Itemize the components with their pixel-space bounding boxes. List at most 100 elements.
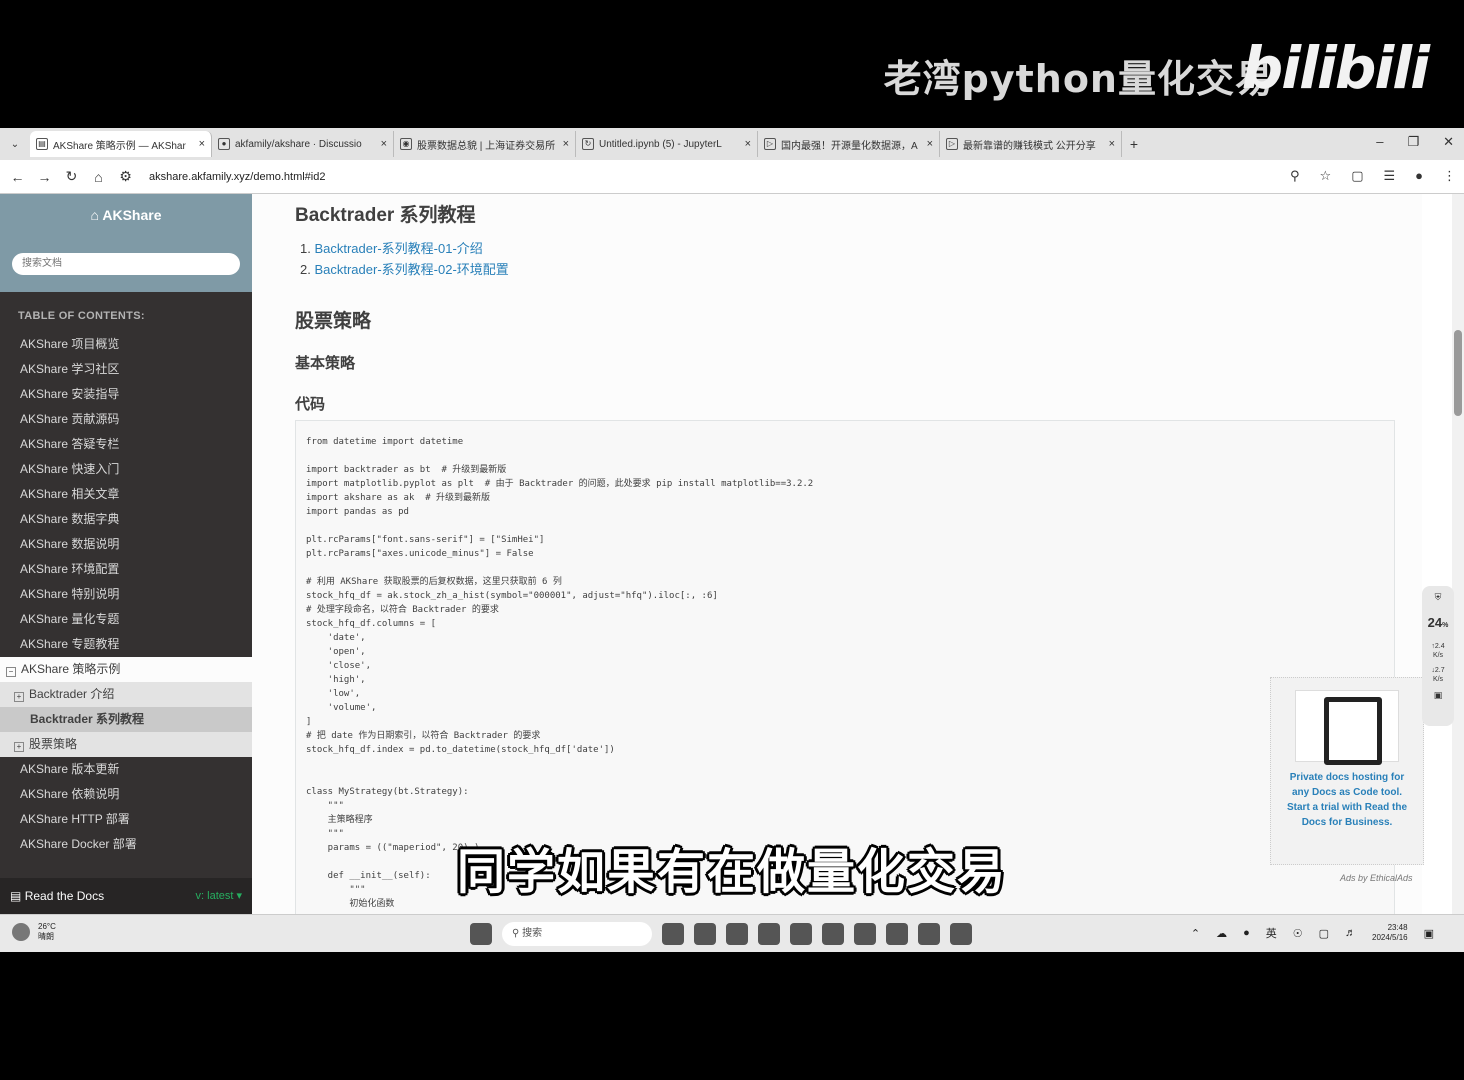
toc-sub-backtrader-intro[interactable]: + Backtrader 介绍 bbox=[0, 682, 252, 707]
toc-item[interactable]: AKShare HTTP 部署 bbox=[0, 807, 252, 832]
zoom-icon[interactable]: ⚲ bbox=[1290, 168, 1300, 184]
display-icon[interactable]: ▢ bbox=[1319, 927, 1329, 940]
browser-window: ⌄ ▤ AKShare 策略示例 — AKShar × ● akfamily/a… bbox=[0, 128, 1464, 952]
mic-icon[interactable]: ● bbox=[1243, 927, 1250, 939]
weather-condition: 晴朗 bbox=[38, 932, 54, 941]
profile-avatar[interactable]: ● bbox=[1415, 168, 1423, 184]
list-item[interactable]: 2. Backtrader-系列教程-02-环境配置 bbox=[300, 259, 509, 280]
download-unit: K/s bbox=[1432, 676, 1444, 683]
tab-bilibili-1[interactable]: ▷ 国内最强！开源量化数据源，A × bbox=[758, 131, 940, 157]
close-icon[interactable]: × bbox=[1109, 138, 1115, 150]
channel-title: 老湾python量化交易 bbox=[883, 57, 1274, 101]
minimize-icon[interactable]: – bbox=[1376, 134, 1383, 150]
scroll-thumb[interactable] bbox=[1454, 330, 1462, 416]
toc-item[interactable]: AKShare 学习社区 bbox=[0, 357, 252, 382]
home-icon[interactable]: ⌂ bbox=[85, 169, 112, 185]
app-icon[interactable] bbox=[918, 923, 940, 945]
toc-sub-backtrader-series[interactable]: Backtrader 系列教程 bbox=[0, 707, 252, 732]
page-scrollbar[interactable] bbox=[1452, 194, 1464, 914]
toc-sub-stock-strategy[interactable]: + 股票策略 bbox=[0, 732, 252, 757]
tab-sse[interactable]: ◉ 股票数据总貌 | 上海证券交易所 × bbox=[394, 131, 576, 157]
wifi-icon[interactable]: ☉ bbox=[1293, 927, 1303, 940]
toc-item[interactable]: AKShare 答疑专栏 bbox=[0, 432, 252, 457]
list-item[interactable]: 1. Backtrader-系列教程-01-介绍 bbox=[300, 238, 509, 259]
start-icon[interactable] bbox=[470, 923, 492, 945]
close-icon[interactable]: × bbox=[563, 138, 569, 150]
collapse-icon[interactable]: − bbox=[6, 667, 16, 677]
notification-icon[interactable]: ▣ bbox=[1424, 927, 1434, 940]
search-docs-input[interactable] bbox=[12, 253, 240, 275]
forward-icon[interactable]: → bbox=[31, 169, 58, 185]
bilibili-icon: ▷ bbox=[764, 138, 776, 150]
toc-item[interactable]: AKShare 特别说明 bbox=[0, 582, 252, 607]
toc-item[interactable]: AKShare 相关文章 bbox=[0, 482, 252, 507]
chevron-up-icon[interactable]: ⌃ bbox=[1191, 927, 1200, 940]
playlist-icon[interactable]: ☰ bbox=[1383, 168, 1395, 184]
heading-stock-strategy: 股票策略 bbox=[295, 311, 372, 332]
expand-icon[interactable]: + bbox=[14, 742, 24, 752]
vscode-icon[interactable] bbox=[886, 923, 908, 945]
tab-akshare-demo[interactable]: ▤ AKShare 策略示例 — AKShar × bbox=[30, 131, 212, 157]
bookmark-star-icon[interactable]: ☆ bbox=[1320, 168, 1332, 184]
tab-title: Untitled.ipynb (5) - JupyterL bbox=[599, 138, 722, 150]
toc-item[interactable]: AKShare 环境配置 bbox=[0, 557, 252, 582]
new-tab-button[interactable]: + bbox=[1122, 136, 1146, 152]
chrome-icon[interactable] bbox=[790, 923, 812, 945]
video-banner: 老湾python量化交易 bilibili bbox=[0, 0, 1464, 128]
toc-item[interactable]: AKShare 项目概览 bbox=[0, 332, 252, 357]
jupyter-icon: ↻ bbox=[582, 138, 594, 150]
sidebar-header: ⌂ AKShare bbox=[0, 194, 252, 292]
system-tray: ⌃ ☁ ● 英 ☉ ▢ ♬ 23:48 2024/5/16 ▣ bbox=[1191, 923, 1434, 943]
ime-indicator[interactable]: 英 bbox=[1266, 925, 1277, 941]
tutorial-link[interactable]: Backtrader-系列教程-02-环境配置 bbox=[314, 262, 508, 277]
weather-widget[interactable]: 26°C 晴朗 bbox=[12, 922, 56, 942]
toc-item[interactable]: AKShare 专题教程 bbox=[0, 632, 252, 657]
toc-item[interactable]: AKShare 安装指导 bbox=[0, 382, 252, 407]
recorder-icon[interactable] bbox=[950, 923, 972, 945]
camera-icon[interactable]: ▣ bbox=[1422, 690, 1454, 701]
tutorial-list: 1. Backtrader-系列教程-01-介绍 2. Backtrader-系… bbox=[300, 238, 509, 280]
upload-speed: 2.4 bbox=[1434, 643, 1445, 650]
restore-icon[interactable]: ❐ bbox=[1407, 134, 1419, 150]
brand-link[interactable]: ⌂ AKShare bbox=[0, 207, 252, 223]
url-field[interactable]: akshare.akfamily.xyz/demo.html#id2 bbox=[149, 171, 325, 183]
tab-title: 股票数据总貌 | 上海证券交易所 bbox=[417, 140, 556, 152]
tab-search-icon[interactable]: ⌄ bbox=[0, 139, 30, 150]
toc-item[interactable]: AKShare 快速入门 bbox=[0, 457, 252, 482]
ad-text[interactable]: Private docs hosting for any Docs as Cod… bbox=[1271, 762, 1423, 830]
toc-item-current[interactable]: − AKShare 策略示例 bbox=[0, 657, 252, 682]
tutorial-link[interactable]: Backtrader-系列教程-01-介绍 bbox=[314, 241, 482, 256]
tab-github[interactable]: ● akfamily/akshare · Discussio × bbox=[212, 131, 394, 157]
edge-icon[interactable] bbox=[758, 923, 780, 945]
close-icon[interactable]: × bbox=[745, 138, 751, 150]
toc-item[interactable]: AKShare 数据字典 bbox=[0, 507, 252, 532]
close-window-icon[interactable]: ✕ bbox=[1443, 134, 1454, 150]
reload-icon[interactable]: ↻ bbox=[58, 168, 85, 185]
word-icon[interactable] bbox=[854, 923, 876, 945]
volume-icon[interactable]: ♬ bbox=[1345, 927, 1356, 939]
close-icon[interactable]: × bbox=[199, 138, 205, 150]
toc-item[interactable]: AKShare 贡献源码 bbox=[0, 407, 252, 432]
app-icon[interactable] bbox=[822, 923, 844, 945]
tab-bilibili-2[interactable]: ▷ 最新靠谱的赚钱模式 公开分享 × bbox=[940, 131, 1122, 157]
menu-icon[interactable]: ⋮ bbox=[1443, 168, 1456, 184]
cloud-icon[interactable]: ☁ bbox=[1216, 927, 1227, 940]
app-icon[interactable] bbox=[662, 923, 684, 945]
files-icon[interactable] bbox=[694, 923, 716, 945]
app-icon[interactable] bbox=[726, 923, 748, 945]
close-icon[interactable]: × bbox=[381, 138, 387, 150]
back-icon[interactable]: ← bbox=[4, 169, 31, 185]
site-info-icon[interactable]: ⚙ bbox=[112, 168, 139, 185]
toc-item[interactable]: AKShare 版本更新 bbox=[0, 757, 252, 782]
toc-item[interactable]: AKShare 依赖说明 bbox=[0, 782, 252, 807]
expand-icon[interactable]: + bbox=[14, 692, 24, 702]
extensions-icon[interactable]: ▢ bbox=[1351, 168, 1363, 184]
clock[interactable]: 23:48 2024/5/16 bbox=[1372, 923, 1408, 943]
taskbar-search[interactable]: ⚲ 搜索 bbox=[502, 922, 652, 946]
tab-jupyter[interactable]: ↻ Untitled.ipynb (5) - JupyterL × bbox=[576, 131, 758, 157]
close-icon[interactable]: × bbox=[927, 138, 933, 150]
windows-taskbar: 26°C 晴朗 ⚲ 搜索 ⌃ ☁ ● 英 ☉ ▢ ♬ 23:48 2024/5/16… bbox=[0, 914, 1464, 952]
toc-item[interactable]: AKShare 量化专题 bbox=[0, 607, 252, 632]
network-widget[interactable]: ⛨ 24% ↑2.4 K/s ↓2.7 K/s ▣ bbox=[1422, 586, 1454, 726]
toc-item[interactable]: AKShare 数据说明 bbox=[0, 532, 252, 557]
